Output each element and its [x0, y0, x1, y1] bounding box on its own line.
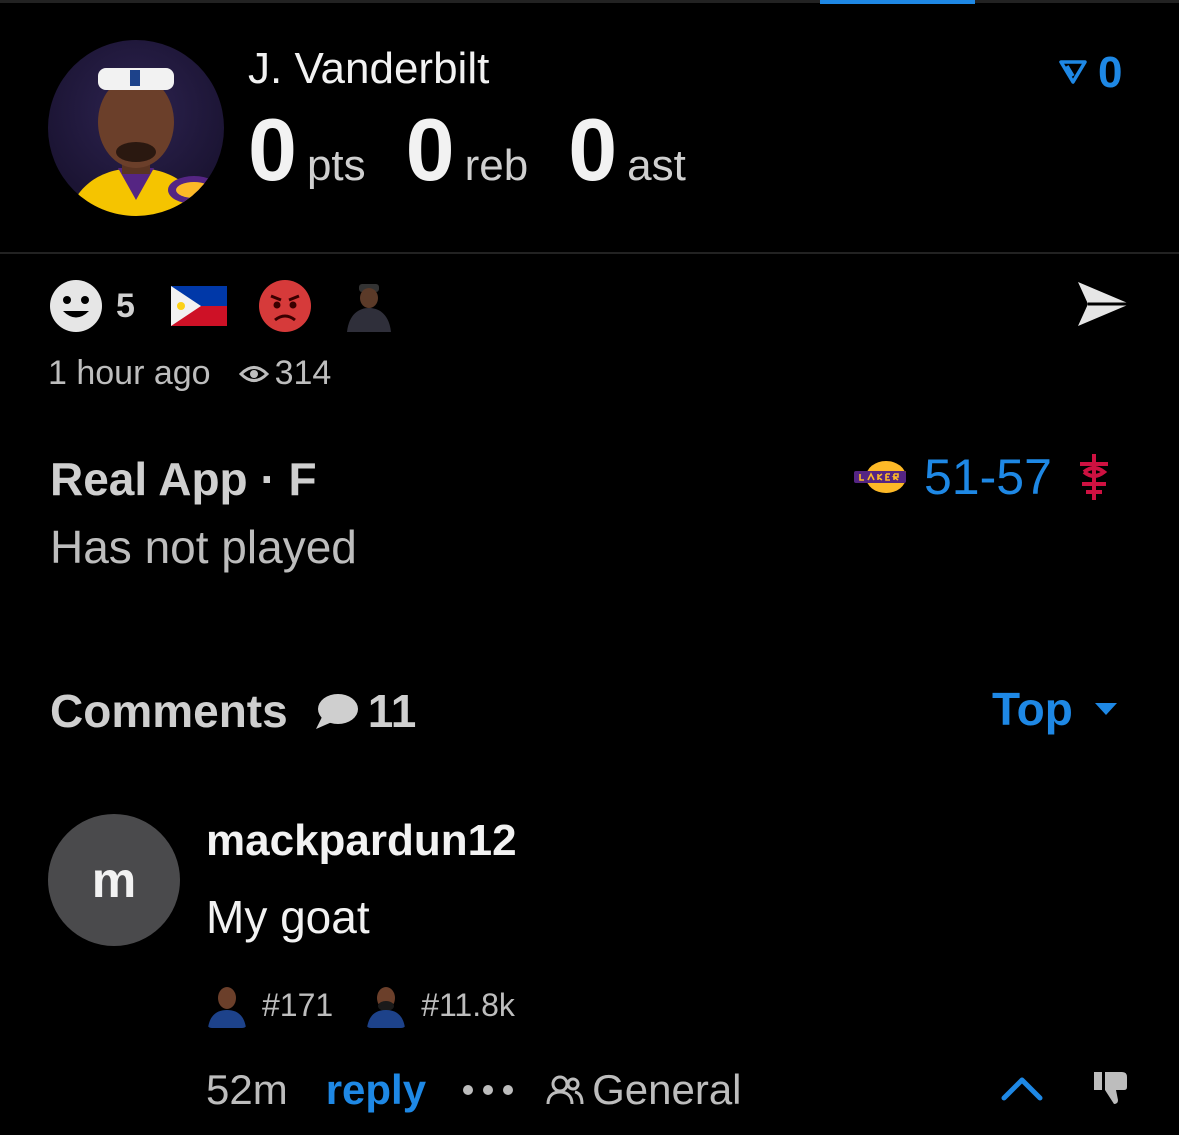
points-unit: pts: [306, 141, 366, 190]
view-count: 314: [274, 354, 332, 392]
comment-bubble-icon: [315, 694, 358, 729]
assists-value: 0: [568, 100, 618, 199]
sort-dropdown[interactable]: Top: [992, 682, 1119, 736]
share-icon[interactable]: [1076, 280, 1132, 328]
player-photo: [68, 68, 220, 216]
vote-count: 0: [1098, 48, 1123, 97]
rebounds-value: 0: [405, 100, 455, 199]
philippines-flag-icon[interactable]: [170, 286, 227, 326]
reactions-bar: 5: [48, 278, 397, 334]
comment-text: My goat: [206, 891, 370, 943]
reply-button[interactable]: reply: [326, 1066, 426, 1114]
comments-count: 11: [367, 685, 417, 737]
badge-rank: #171: [262, 986, 334, 1023]
game-score[interactable]: 51-57: [852, 448, 1114, 506]
upvote-icon: [1059, 60, 1087, 84]
comments-header: Comments 11: [50, 684, 416, 738]
comment-time: 52m: [206, 1066, 288, 1113]
score-value: 51-57: [924, 449, 1052, 505]
chevron-down-icon: [1094, 703, 1117, 715]
comment-footer: 52m reply General: [206, 1066, 742, 1114]
badge-player-avatar: [206, 982, 248, 1028]
post-source: Real App · F: [50, 453, 317, 505]
post-meta: 1 hour ago 314: [48, 354, 331, 393]
custom-reaction-icon[interactable]: [341, 278, 397, 334]
stat-line: 0 pts 0 reb 0 ast: [248, 106, 726, 194]
header-divider: [0, 252, 1179, 254]
badge-rank: #11.8k: [421, 986, 515, 1023]
lakers-logo: [854, 461, 906, 493]
sort-label: Top: [992, 683, 1073, 735]
player-thumbnail-icon: [367, 987, 406, 1028]
thumbs-down-icon[interactable]: [1092, 1070, 1130, 1106]
reaction-count: 5: [116, 286, 135, 325]
time-ago: 1 hour ago: [48, 354, 211, 392]
player-thumbnail-icon: [208, 987, 246, 1028]
angry-emoji-icon[interactable]: [257, 278, 313, 334]
commenter-username[interactable]: mackpardun12: [206, 816, 517, 866]
comment-channel[interactable]: General: [592, 1066, 741, 1114]
commenter-avatar[interactable]: m: [48, 814, 180, 946]
more-icon[interactable]: [462, 1084, 514, 1096]
comment-badges: #171 #11.8k: [206, 982, 515, 1028]
comment-vote-actions: [1000, 1070, 1130, 1106]
smiley-icon[interactable]: [48, 278, 104, 334]
top-border: [0, 0, 1179, 3]
assists-unit: ast: [627, 141, 686, 190]
chevron-up-icon[interactable]: [1000, 1074, 1044, 1102]
rebounds-unit: reb: [464, 141, 529, 190]
badge-player-avatar: [365, 982, 407, 1028]
player-status: Has not played: [50, 521, 357, 573]
rockets-logo: [1079, 454, 1108, 500]
player-avatar[interactable]: [48, 40, 224, 216]
active-tab-indicator: [820, 0, 975, 4]
player-name[interactable]: J. Vanderbilt: [248, 44, 489, 94]
eye-icon: [238, 365, 269, 382]
points-value: 0: [248, 100, 297, 199]
upvote-button[interactable]: 0: [1058, 48, 1122, 98]
people-icon: [546, 1075, 584, 1105]
comments-title: Comments: [50, 685, 288, 737]
